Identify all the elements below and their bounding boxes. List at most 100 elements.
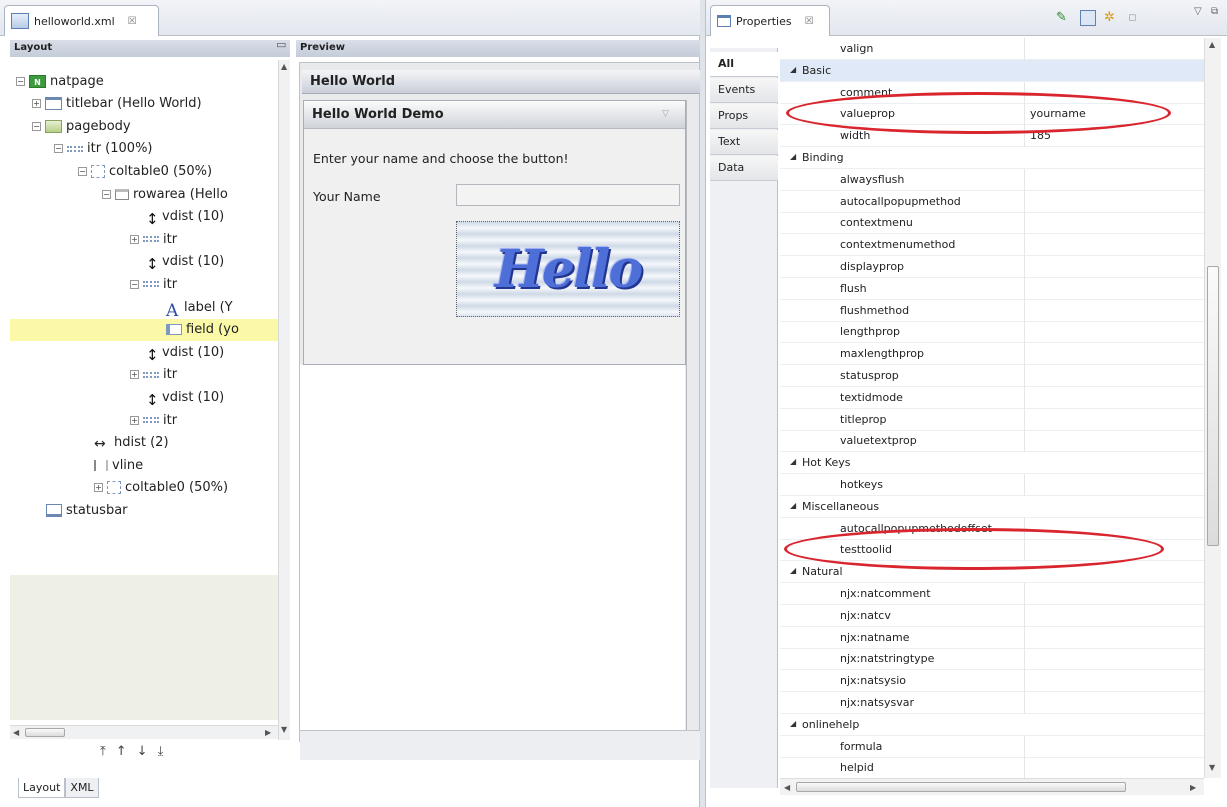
close-icon[interactable]: ☒ bbox=[805, 16, 814, 27]
tree-node[interactable]: Alabel (Y bbox=[166, 296, 233, 321]
property-row[interactable]: autocallpopupmethod bbox=[780, 190, 1204, 213]
expand-icon[interactable]: + bbox=[130, 234, 139, 244]
property-row[interactable]: formula bbox=[780, 735, 1204, 758]
tree-node[interactable]: − coltable0 (50%) bbox=[78, 160, 212, 182]
property-row[interactable]: titleprop bbox=[780, 408, 1204, 431]
property-category-row[interactable]: ◢ Miscellaneous bbox=[780, 496, 1204, 518]
property-row[interactable]: statusprop bbox=[780, 365, 1204, 387]
view-menu-icon[interactable]: ▽ bbox=[1194, 6, 1202, 17]
property-row[interactable]: njx:natsysio bbox=[780, 670, 1204, 693]
category-tab-props[interactable]: Props bbox=[710, 104, 778, 129]
property-row[interactable]: flush bbox=[780, 277, 1204, 300]
tree-node[interactable]: ↕ vdist (10) bbox=[146, 341, 224, 364]
filter-icon[interactable]: ✲ bbox=[1104, 10, 1120, 26]
tree-vertical-scrollbar[interactable]: ▲ ▼ bbox=[278, 60, 290, 740]
collapse-icon[interactable]: − bbox=[78, 166, 87, 176]
tree-node[interactable]: + coltable0 (50%) bbox=[94, 477, 228, 499]
tree-node[interactable]: + titlebar (Hello World) bbox=[32, 93, 202, 115]
move-bottom-icon[interactable]: ⤓ bbox=[158, 744, 164, 759]
property-row[interactable]: lengthprop bbox=[780, 321, 1204, 344]
scroll-thumb[interactable] bbox=[796, 782, 1126, 792]
category-tab-events[interactable]: Events bbox=[710, 78, 778, 103]
tree-node[interactable]: ↔ hdist (2) bbox=[94, 432, 169, 454]
scroll-down-icon[interactable]: ▼ bbox=[281, 725, 287, 734]
property-row[interactable]: textidmode bbox=[780, 386, 1204, 409]
collapse-triangle-icon[interactable]: ◢ bbox=[790, 65, 796, 74]
move-down-icon[interactable]: ↓ bbox=[137, 744, 148, 759]
tab-xml[interactable]: XML bbox=[65, 778, 99, 798]
property-row[interactable]: valign bbox=[780, 38, 1204, 60]
collapse-triangle-icon[interactable]: ◢ bbox=[790, 501, 796, 510]
expand-icon[interactable]: + bbox=[32, 99, 41, 109]
minimize-icon[interactable]: ▭ bbox=[276, 38, 286, 51]
property-row[interactable]: flushmethod bbox=[780, 299, 1204, 322]
property-row[interactable]: hotkeys bbox=[780, 474, 1204, 496]
hello-button[interactable]: Hello bbox=[456, 221, 680, 317]
property-row[interactable]: alwaysflush bbox=[780, 168, 1204, 191]
tree-node[interactable]: ↕ vdist (10) bbox=[146, 206, 224, 228]
collapse-icon[interactable]: − bbox=[32, 121, 41, 131]
tree-node[interactable]: − itr (100%) bbox=[54, 138, 153, 160]
category-tab-all[interactable]: All bbox=[710, 52, 778, 77]
collapse-icon[interactable]: − bbox=[130, 279, 139, 289]
properties-horizontal-scrollbar[interactable]: ◀ ▶ bbox=[780, 778, 1204, 795]
your-name-input[interactable] bbox=[456, 184, 680, 206]
collapse-triangle-icon[interactable]: ◢ bbox=[790, 457, 796, 466]
tree-node[interactable]: − itr bbox=[130, 273, 177, 295]
property-row[interactable]: njx:natcomment bbox=[780, 583, 1204, 605]
category-tab-text[interactable]: Text bbox=[710, 130, 778, 155]
collapse-triangle-icon[interactable]: ◢ bbox=[790, 719, 796, 728]
tree-node[interactable]: vline bbox=[94, 454, 143, 476]
property-row[interactable]: contextmenumethod bbox=[780, 234, 1204, 257]
restore-default-icon[interactable]: ▫ bbox=[1128, 10, 1144, 26]
collapse-triangle-icon[interactable]: ◢ bbox=[790, 152, 796, 161]
collapse-icon[interactable]: − bbox=[16, 76, 25, 86]
collapse-triangle-icon[interactable]: ◢ bbox=[790, 566, 796, 575]
properties-vertical-scrollbar[interactable]: ▲ ▼ bbox=[1204, 38, 1221, 778]
property-row[interactable]: njx:natcv bbox=[780, 604, 1204, 627]
move-up-icon[interactable]: ↑ bbox=[116, 744, 127, 759]
tree-node[interactable]: + itr bbox=[130, 409, 177, 431]
tree-node[interactable]: − Nnatpage bbox=[16, 70, 104, 92]
tree-node[interactable]: field (yo bbox=[10, 318, 278, 341]
maximize-icon[interactable]: ⧉ bbox=[1211, 6, 1218, 17]
property-row[interactable]: njx:natname bbox=[780, 626, 1204, 649]
scroll-right-icon[interactable]: ▶ bbox=[265, 728, 271, 737]
pin-icon[interactable]: ✎ bbox=[1056, 10, 1072, 26]
scroll-thumb[interactable] bbox=[1207, 266, 1219, 546]
property-row[interactable]: maxlengthprop bbox=[780, 343, 1204, 366]
property-category-row[interactable]: ◢ Basic bbox=[780, 59, 1204, 82]
tree-horizontal-scrollbar[interactable]: ◀ ▶ bbox=[10, 725, 278, 739]
move-top-icon[interactable]: ⤒ bbox=[100, 744, 106, 759]
property-row[interactable]: displayprop bbox=[780, 256, 1204, 278]
expand-icon[interactable]: + bbox=[130, 370, 139, 380]
editor-tab-helloworld[interactable]: helloworld.xml ☒ bbox=[4, 5, 159, 36]
scroll-up-icon[interactable]: ▲ bbox=[281, 62, 287, 71]
collapse-icon[interactable]: − bbox=[102, 189, 111, 199]
collapse-chevron-icon[interactable]: ▽ bbox=[662, 109, 669, 119]
tree-node[interactable]: − rowarea (Hello bbox=[102, 183, 228, 205]
scroll-right-icon[interactable]: ▶ bbox=[1190, 783, 1196, 792]
scroll-down-icon[interactable]: ▼ bbox=[1209, 763, 1215, 772]
property-category-row[interactable]: ◢ Binding bbox=[780, 147, 1204, 169]
tree-node[interactable]: ↕ vdist (10) bbox=[146, 386, 224, 409]
scroll-left-icon[interactable]: ◀ bbox=[13, 728, 19, 737]
tree-node[interactable]: statusbar bbox=[46, 499, 128, 521]
property-category-row[interactable]: ◢ Hot Keys bbox=[780, 452, 1204, 475]
property-category-row[interactable]: ◢ onlinehelp bbox=[780, 714, 1204, 736]
scroll-up-icon[interactable]: ▲ bbox=[1209, 40, 1215, 49]
category-tab-data[interactable]: Data bbox=[710, 156, 778, 181]
properties-tab[interactable]: Properties ☒ bbox=[710, 5, 830, 36]
expand-icon[interactable]: + bbox=[130, 415, 139, 425]
tree-node[interactable]: − pagebody bbox=[32, 115, 131, 137]
tab-layout[interactable]: Layout bbox=[18, 778, 66, 798]
property-row[interactable]: njx:natsysvar bbox=[780, 692, 1204, 714]
tree-node[interactable]: ↕ vdist (10) bbox=[146, 251, 224, 273]
scroll-left-icon[interactable]: ◀ bbox=[784, 783, 790, 792]
property-row[interactable]: helpid bbox=[780, 757, 1204, 778]
expand-icon[interactable]: + bbox=[94, 483, 103, 493]
close-icon[interactable]: ☒ bbox=[128, 16, 137, 27]
property-row[interactable]: valuetextprop bbox=[780, 430, 1204, 453]
property-row[interactable]: njx:natstringtype bbox=[780, 648, 1204, 671]
scroll-thumb[interactable] bbox=[25, 728, 65, 737]
